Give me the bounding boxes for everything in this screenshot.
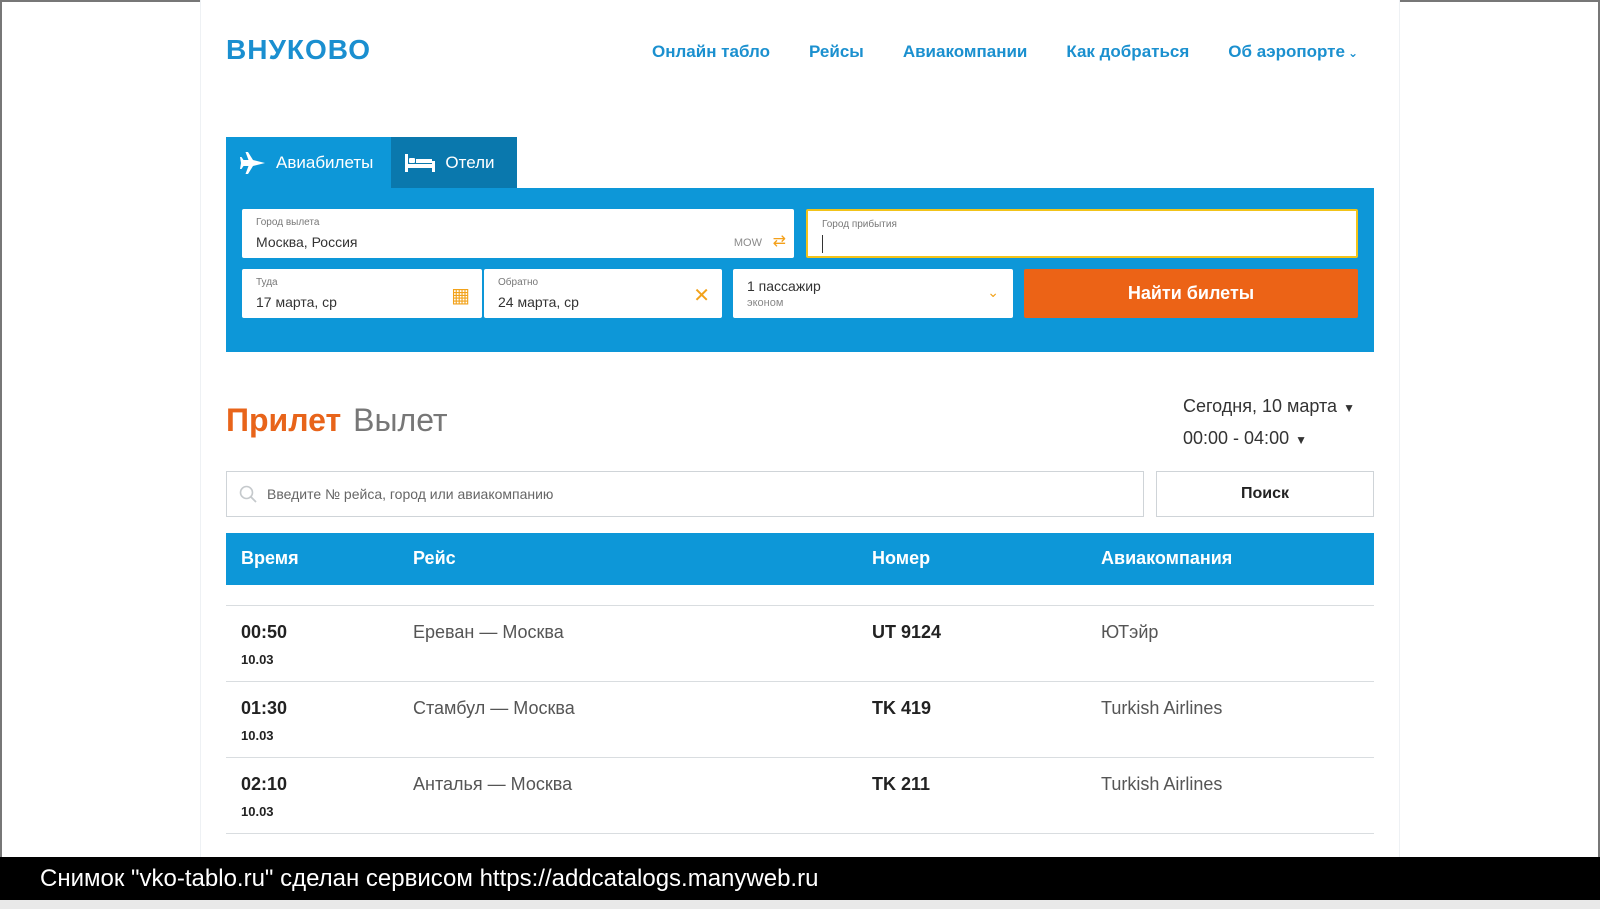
flight-date: 10.03 (241, 804, 274, 819)
booking-form: Город вылета Москва, Россия MOW ⇄ Город … (226, 188, 1374, 352)
column-header-time: Время (241, 548, 299, 568)
flight-date: 10.03 (241, 728, 274, 743)
plane-icon (240, 151, 265, 174)
flight-number: TK 211 (872, 774, 931, 794)
arrival-city-field[interactable]: Город прибытия (806, 209, 1358, 258)
flight-route: Анталья — Москва (413, 774, 573, 794)
tab-flights[interactable]: Авиабилеты (226, 137, 392, 188)
flight-airline: Turkish Airlines (1101, 698, 1223, 718)
return-date-field[interactable]: Обратно 24 марта, ср ✕ (484, 269, 722, 318)
flight-time: 00:50 (241, 622, 288, 642)
chevron-down-icon: ⌄ (1347, 46, 1359, 60)
departure-city-field[interactable]: Город вылета Москва, Россия MOW ⇄ (242, 209, 794, 258)
column-header-route: Рейс (413, 548, 456, 568)
flight-number: UT 9124 (872, 622, 942, 642)
tab-departures[interactable]: Вылет (353, 402, 447, 438)
passengers-select[interactable]: 1 пассажир эконом ⌄ (733, 269, 1013, 318)
tab-hotels[interactable]: Отели (391, 137, 517, 188)
search-button[interactable]: Поиск (1156, 471, 1374, 517)
nav-online-board[interactable]: Онлайн табло (652, 42, 770, 62)
departure-city-code: MOW (733, 237, 762, 249)
nav-about[interactable]: Об аэропорте ⌄ (1228, 42, 1358, 62)
caret-down-icon: ▼ (1295, 433, 1307, 447)
tab-flights-label: Авиабилеты (276, 152, 374, 172)
booking-tabs: Авиабилеты Отели (226, 137, 517, 188)
nav-airlines[interactable]: Авиакомпании (903, 42, 1028, 62)
flight-search-box (226, 471, 1144, 517)
return-date-label: Обратно (498, 277, 539, 288)
site-logo[interactable]: ВНУКОВО (226, 34, 371, 66)
date-selector[interactable]: Сегодня, 10 марта ▼ (1183, 396, 1355, 417)
column-header-airline: Авиакомпания (1101, 548, 1233, 568)
depart-date-field[interactable]: Туда 17 марта, ср ▦ (242, 269, 482, 318)
flight-time: 01:30 (241, 698, 288, 718)
search-icon (239, 485, 257, 503)
bed-icon (405, 153, 436, 172)
find-tickets-button[interactable]: Найти билеты (1024, 269, 1358, 318)
board-heading: Прилет Вылет (226, 402, 448, 439)
main-nav: Онлайн табло Рейсы Авиакомпании Как добр… (652, 42, 1358, 62)
table-header: Время Рейс Номер Авиакомпания (226, 533, 1374, 585)
tab-arrivals[interactable]: Прилет (226, 402, 341, 438)
tab-hotels-label: Отели (445, 152, 495, 172)
departure-city-label: Город вылета (256, 217, 320, 228)
chevron-down-icon: ⌄ (987, 284, 999, 300)
calendar-icon[interactable]: ▦ (451, 283, 470, 308)
depart-date-label: Туда (256, 277, 278, 288)
time-range-value: 00:00 - 04:00 (1183, 428, 1290, 448)
nav-directions[interactable]: Как добраться (1066, 42, 1189, 62)
flight-route: Стамбул — Москва (413, 698, 575, 718)
flight-date: 10.03 (241, 652, 274, 667)
flight-number: TK 419 (872, 698, 932, 718)
column-header-number: Номер (872, 548, 931, 568)
table-row[interactable]: 01:30 10.03 Стамбул — Москва TK 419 Turk… (226, 681, 1374, 757)
table-row[interactable]: 00:50 10.03 Ереван — Москва UT 9124 ЮТэй… (226, 605, 1374, 681)
table-row[interactable]: 02:10 10.03 Анталья — Москва TK 211 Turk… (226, 757, 1374, 833)
depart-date-value: 17 марта, ср (256, 294, 337, 310)
return-date-value: 24 марта, ср (498, 294, 579, 310)
departure-city-value: Москва, Россия (256, 234, 358, 250)
date-selector-value: Сегодня, 10 марта (1183, 396, 1338, 416)
time-range-selector[interactable]: 00:00 - 04:00 ▼ (1183, 428, 1307, 449)
arrival-city-label: Город прибытия (822, 219, 897, 230)
caret-down-icon: ▼ (1343, 401, 1355, 415)
cabin-class-value: эконом (747, 297, 784, 309)
flight-airline: Turkish Airlines (1101, 774, 1223, 794)
passengers-value: 1 пассажир (747, 278, 821, 294)
flight-time: 02:10 (241, 774, 288, 794)
nav-about-label: Об аэропорте (1228, 42, 1345, 61)
screenshot-caption: Снимок "vko-tablo.ru" сделан сервисом ht… (0, 857, 1600, 900)
flight-search-input[interactable] (265, 478, 1143, 510)
text-cursor (822, 235, 823, 253)
flight-route: Ереван — Москва (413, 622, 564, 642)
nav-flights[interactable]: Рейсы (809, 42, 864, 62)
flight-airline: ЮТэйр (1101, 622, 1159, 642)
swap-icon[interactable]: ⇄ (773, 231, 786, 251)
clear-icon[interactable]: ✕ (693, 283, 710, 308)
